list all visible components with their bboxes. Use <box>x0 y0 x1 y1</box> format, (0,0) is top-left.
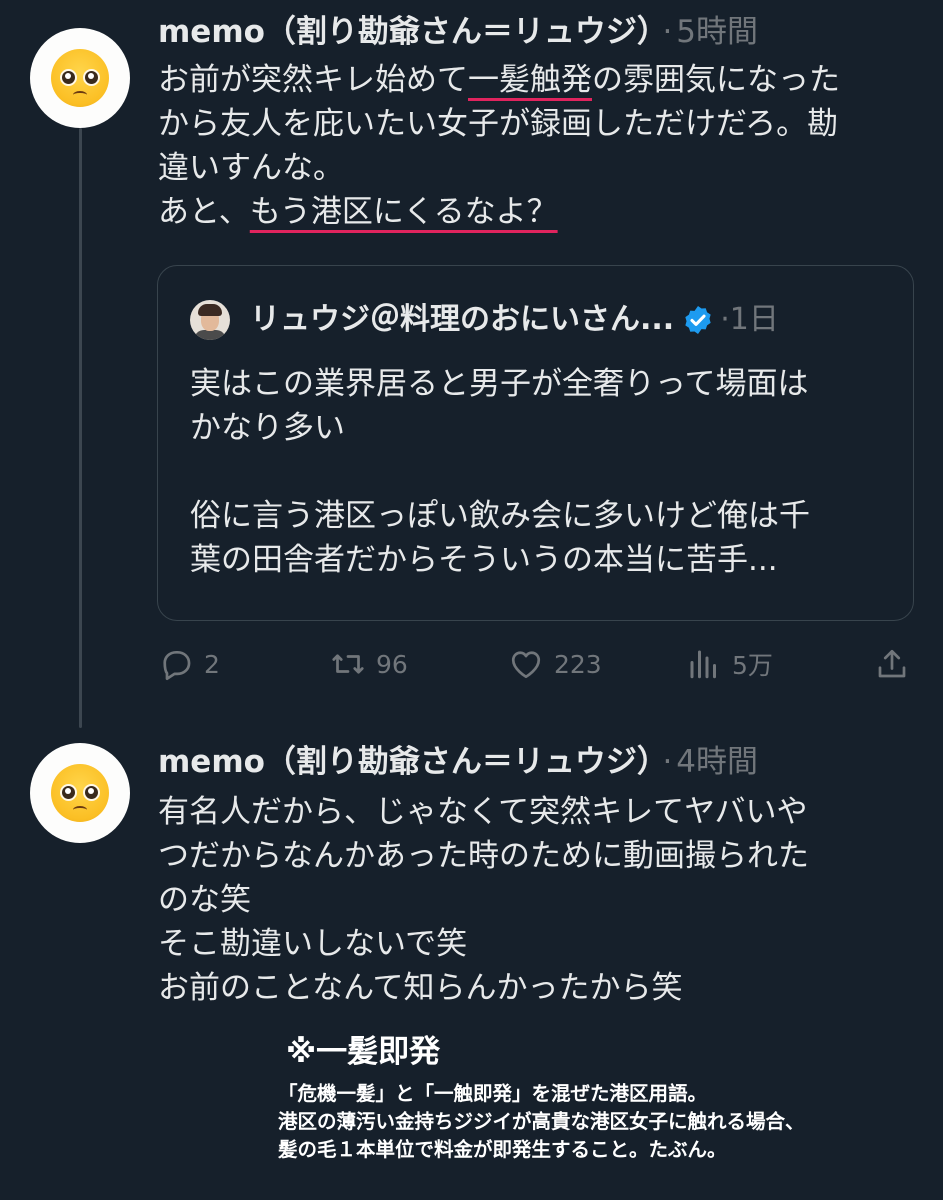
tweet1-author-name[interactable]: memo（割り勘爺さん＝リュウジ） <box>158 14 652 50</box>
retweet-icon <box>332 654 364 674</box>
annotation-body: 「危機一髪」と「一触即発」を混ぜた港区用語。 港区の薄汚い金持ちジジイが高貴な港… <box>278 1080 938 1164</box>
annotation-title: ※一髪即発 <box>286 1034 441 1070</box>
reply-icon <box>163 650 191 681</box>
retweet-count: 96 <box>376 649 408 679</box>
heart-icon <box>511 651 541 679</box>
quoted-line-5: 葉の田舎者だからそういうの本当に苦手... <box>190 542 778 578</box>
like-button[interactable]: 223 <box>508 640 602 688</box>
tweet1-text: お前が突然キレ始めて一髪触発の雰囲気になった から友人を庇いたい女子が録画しただ… <box>158 58 918 234</box>
tweet1-line-4: あと、もう港区にくるなよ？ <box>158 194 558 230</box>
quoted-line-1: 実はこの業界居ると男子が全奢りって場面は <box>190 366 809 402</box>
annotation-line-1: 「危機一髪」と「一触即発」を混ぜた港区用語。 <box>278 1082 708 1105</box>
tweet2-line-1: 有名人だから、じゃなくて突然キレてヤバいや <box>158 794 808 830</box>
annotation-line-3: 髪の毛１本単位で料金が即発生すること。たぶん。 <box>278 1138 727 1161</box>
quoted-line-2: かなり多い <box>190 410 345 446</box>
quoted-blank-line <box>190 450 890 494</box>
retweet-button[interactable]: 96 <box>330 640 408 688</box>
tweet1-avatar[interactable] <box>30 28 130 128</box>
reply-count: 2 <box>204 649 220 679</box>
tweet2-line-5: お前のことなんて知らんかったから笑 <box>158 970 683 1006</box>
tweet2-text: 有名人だから、じゃなくて突然キレてヤバいや つだからなんかあった時のために動画撮… <box>158 790 918 1010</box>
tweet2-timestamp[interactable]: 4時間 <box>676 744 758 780</box>
tweet2-line-4: そこ勘違いしないで笑 <box>158 926 468 962</box>
thread-connector-line <box>79 128 82 728</box>
pleading-face-emoji-icon <box>51 49 109 107</box>
share-button[interactable] <box>874 640 910 688</box>
verified-badge-icon <box>685 306 711 334</box>
tweet2-author-name[interactable]: memo（割り勘爺さん＝リュウジ） <box>158 744 652 780</box>
tweet1-separator-dot: · <box>662 14 673 50</box>
like-count: 223 <box>554 649 602 679</box>
tweet1-action-bar: 2 96 223 5万 <box>158 640 918 688</box>
views-icon <box>690 650 716 679</box>
pleading-face-emoji-icon <box>51 764 109 822</box>
annotation-line-2: 港区の薄汚い金持ちジジイが高貴な港区女子に触れる場合、 <box>278 1110 805 1133</box>
tweet2-line-3: のな笑 <box>158 882 251 918</box>
tweet1-line-1: お前が突然キレ始めて一髪触発の雰囲気になった <box>158 62 840 98</box>
quoted-separator-dot: · <box>720 302 730 337</box>
reply-button[interactable]: 2 <box>158 640 220 688</box>
quoted-author-name: リュウジ＠料理のおにいさん... <box>250 302 675 337</box>
views-button[interactable]: 5万 <box>686 640 773 688</box>
underlined-phrase: 一髪触発 <box>468 62 592 98</box>
tweet2-line-2: つだからなんかあった時のために動画撮られた <box>158 838 809 874</box>
caption-annotation: ※一髪即発 「危機一髪」と「一触即発」を混ぜた港区用語。 港区の薄汚い金持ちジジ… <box>278 1030 938 1164</box>
quoted-author-avatar <box>190 300 230 340</box>
underlined-phrase: もう港区にくるなよ？ <box>249 194 558 230</box>
quoted-tweet-header: リュウジ＠料理のおにいさん... · 1日 <box>250 300 779 340</box>
tweet1-line-3: 違いすんな。 <box>158 150 344 186</box>
tweet1-header: memo（割り勘爺さん＝リュウジ） · 5時間 <box>158 12 758 52</box>
tweet2-separator-dot: · <box>662 744 673 780</box>
tweet1-timestamp[interactable]: 5時間 <box>676 14 758 50</box>
tweet2-header: memo（割り勘爺さん＝リュウジ） · 4時間 <box>158 742 758 782</box>
quoted-timestamp: 1日 <box>729 302 779 337</box>
tweet2-avatar[interactable] <box>30 743 130 843</box>
share-icon <box>878 649 906 678</box>
quoted-line-4: 俗に言う港区っぽい飲み会に多いけど俺は千 <box>190 498 810 534</box>
tweet1-line-2: から友人を庇いたい女子が録画しただけだろ。勘 <box>158 106 839 142</box>
quoted-tweet-card[interactable]: リュウジ＠料理のおにいさん... · 1日 実はこの業界居ると男子が全奢りって場… <box>157 265 914 621</box>
quoted-tweet-text: 実はこの業界居ると男子が全奢りって場面は かなり多い 俗に言う港区っぽい飲み会に… <box>190 362 890 582</box>
views-count: 5万 <box>732 651 773 680</box>
